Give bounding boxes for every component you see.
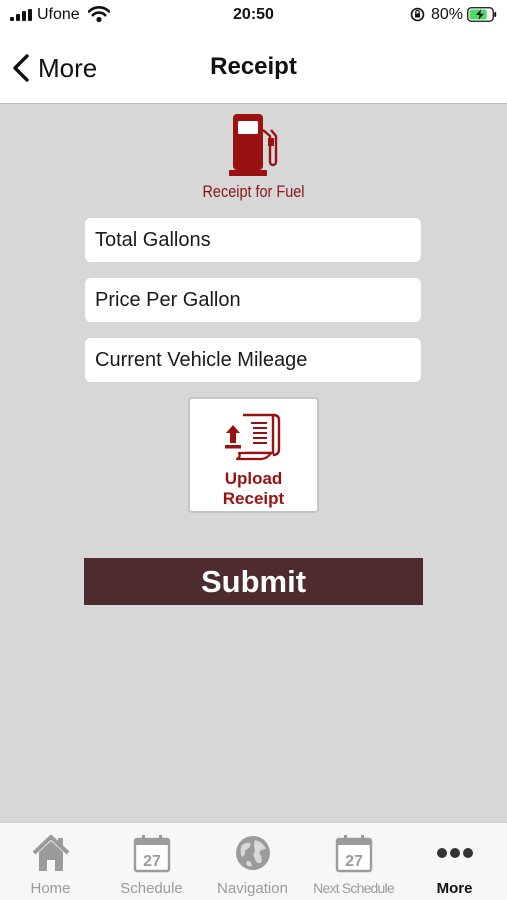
tab-label: Next Schedule bbox=[313, 880, 394, 896]
tab-label: More bbox=[436, 880, 473, 897]
battery-percent: 80% bbox=[431, 6, 464, 23]
upload-document-icon bbox=[225, 413, 281, 461]
tab-bar: Home 27 Schedule Navigation 27 Next Sche… bbox=[0, 822, 507, 900]
fuel-pump-icon bbox=[229, 114, 278, 176]
calendar-icon: 27 bbox=[335, 835, 372, 873]
total-gallons-input[interactable] bbox=[85, 218, 421, 262]
calendar-icon: 27 bbox=[133, 835, 170, 873]
tab-more[interactable]: More bbox=[404, 823, 505, 900]
more-dots-icon bbox=[436, 848, 473, 858]
vehicle-mileage-input[interactable] bbox=[85, 338, 421, 382]
battery-charging-icon bbox=[467, 7, 497, 22]
submit-button[interactable]: Submit bbox=[84, 558, 423, 605]
upload-receipt-button[interactable]: Upload Receipt bbox=[188, 397, 319, 513]
status-bar: Ufone 20:50 80% bbox=[0, 0, 507, 30]
tab-label: Navigation bbox=[217, 880, 288, 897]
navigation-bar: More Receipt bbox=[0, 30, 507, 104]
svg-text:27: 27 bbox=[143, 853, 161, 870]
receipt-caption: Receipt for Fuel bbox=[202, 182, 305, 201]
tab-navigation[interactable]: Navigation bbox=[202, 823, 303, 900]
globe-icon bbox=[235, 836, 270, 870]
tab-home[interactable]: Home bbox=[0, 823, 101, 900]
home-icon bbox=[32, 835, 69, 871]
tab-schedule[interactable]: 27 Schedule bbox=[101, 823, 202, 900]
tab-label: Home bbox=[30, 880, 71, 897]
orientation-lock-icon bbox=[410, 7, 425, 22]
price-per-gallon-input[interactable] bbox=[85, 278, 421, 322]
page-title: Receipt bbox=[210, 53, 297, 80]
tab-next-schedule[interactable]: 27 Next Schedule bbox=[303, 823, 404, 900]
tab-label: Schedule bbox=[120, 880, 183, 897]
svg-text:27: 27 bbox=[345, 853, 363, 870]
upload-receipt-label: Upload Receipt bbox=[222, 469, 285, 508]
